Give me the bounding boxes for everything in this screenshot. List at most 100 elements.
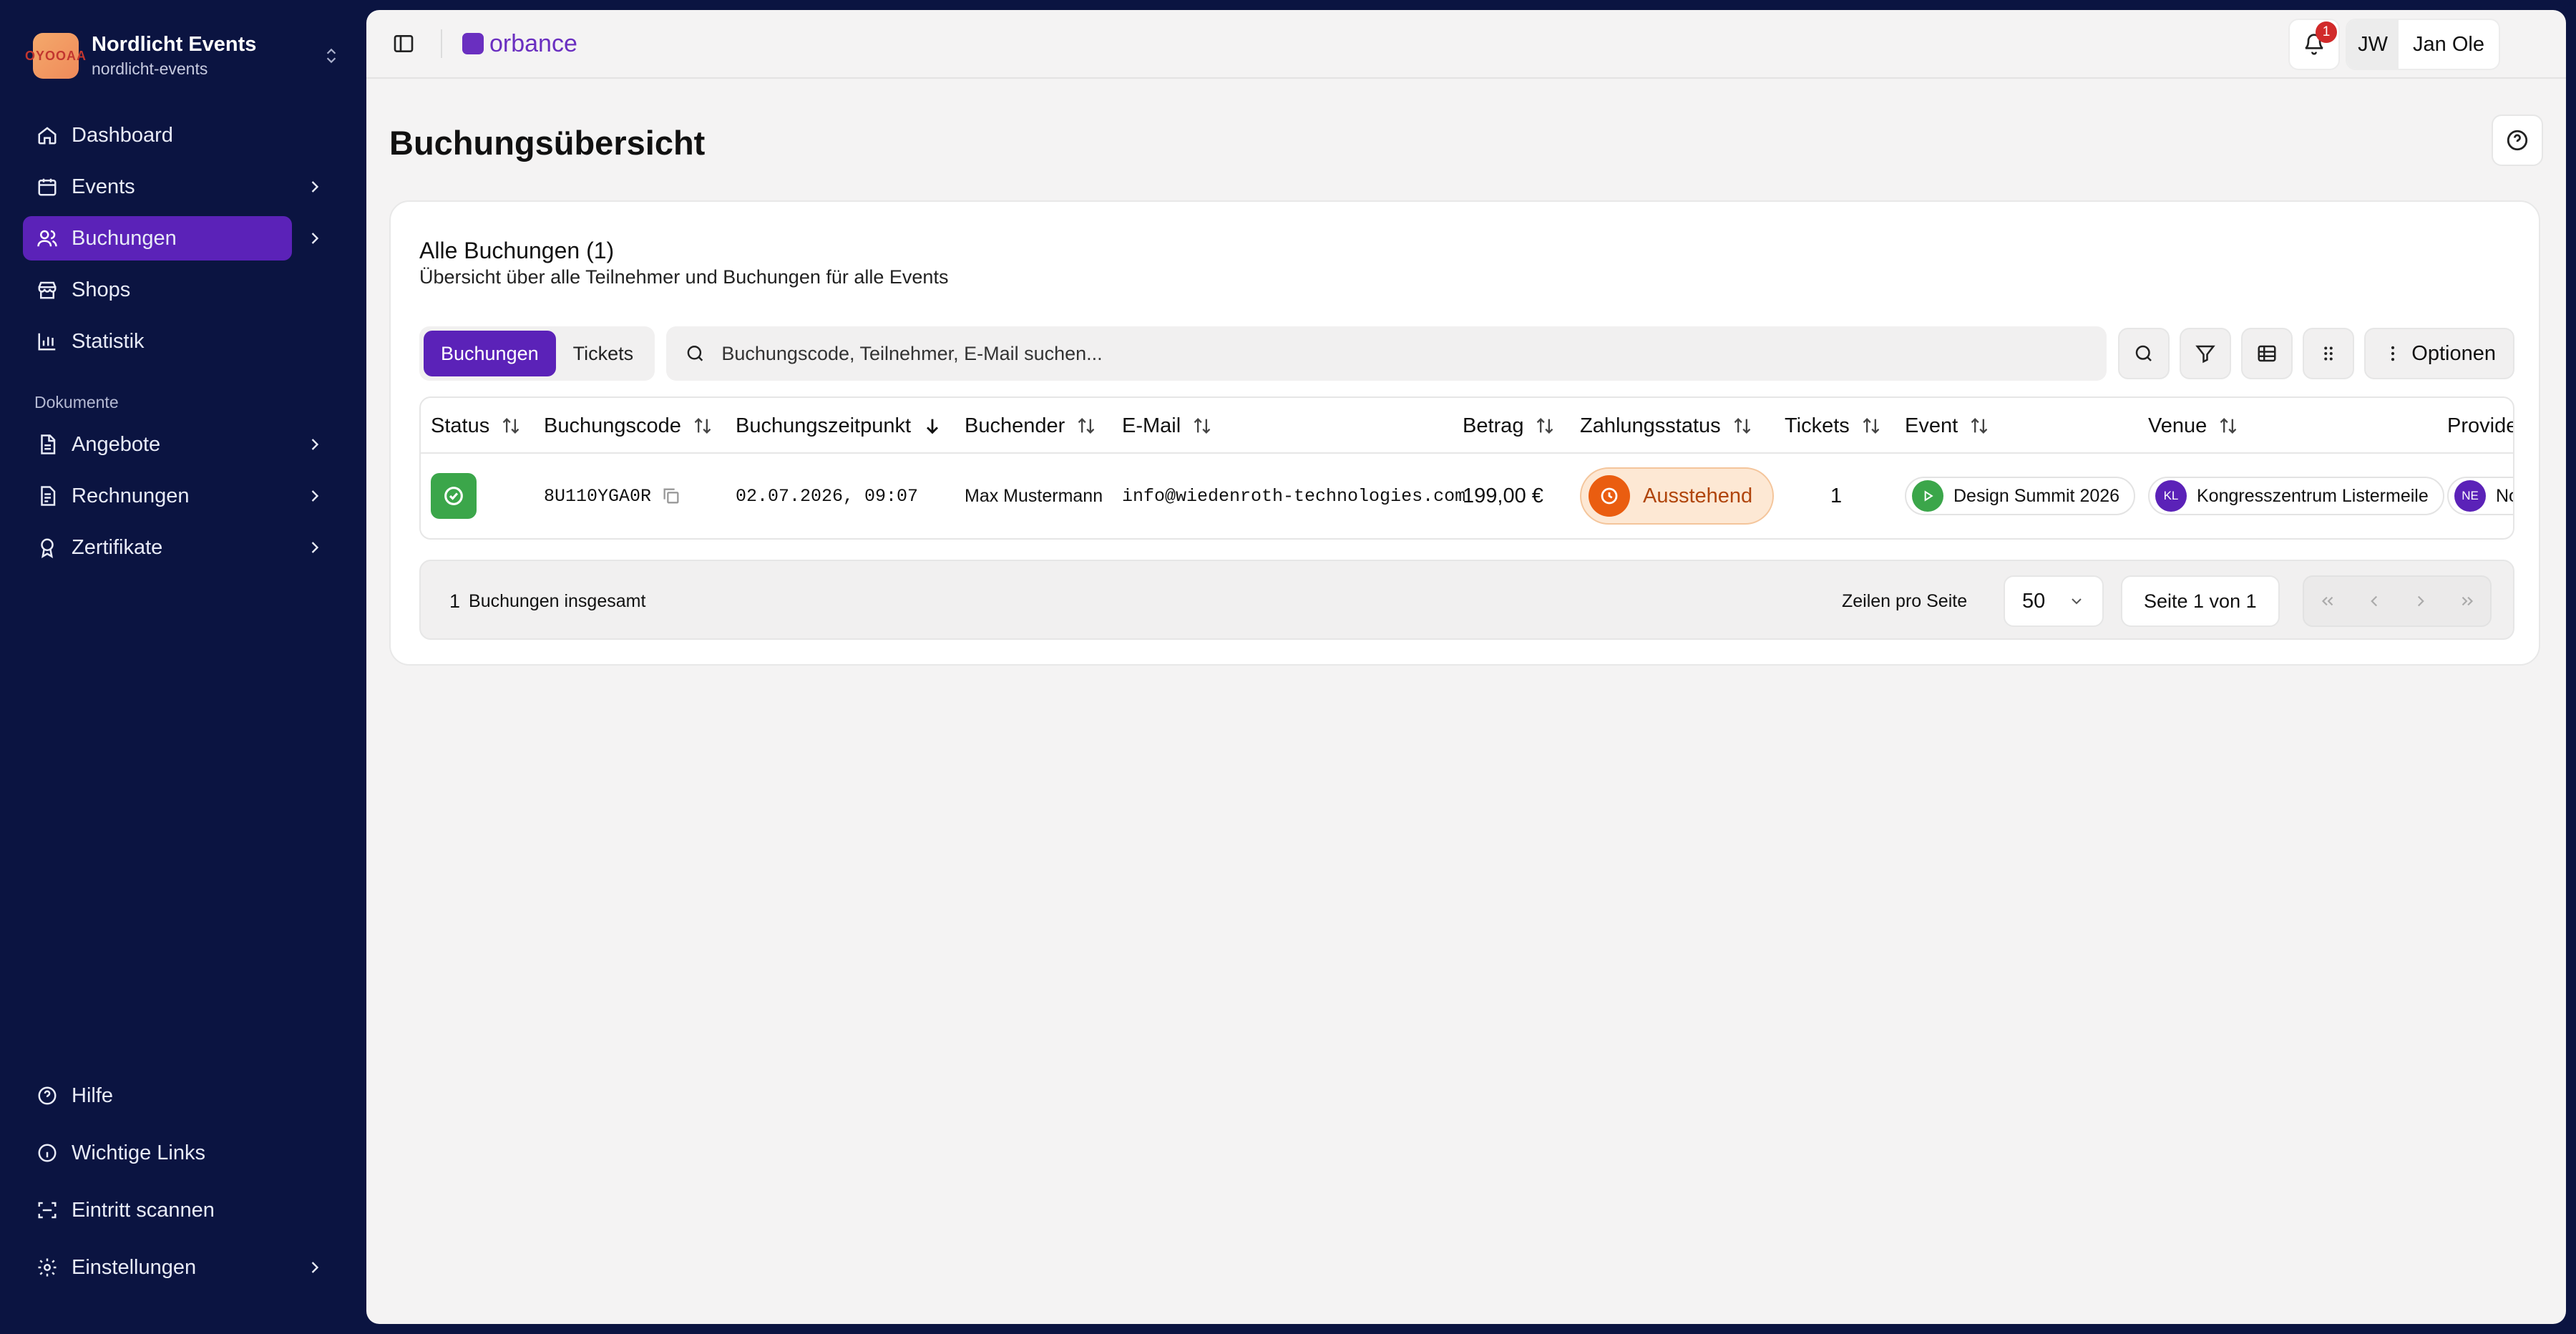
chevron-left-icon: [2370, 595, 2377, 607]
more-vertical-icon: [2391, 346, 2395, 361]
sort-icon: [1078, 418, 1095, 434]
table-header: Status Buchungscode Buchungszeitpunkt Bu…: [421, 398, 2513, 454]
help-circle-icon: [2507, 130, 2528, 151]
nav-item-hilfe[interactable]: Hilfe: [23, 1073, 338, 1118]
chevron-down-icon: [2072, 598, 2082, 605]
help-button[interactable]: [2492, 115, 2543, 166]
store-icon: [36, 278, 59, 301]
sort-icon: [1734, 418, 1750, 434]
table-row[interactable]: 8U110YGA0R 02.07.2026, 09:07 Max Musterm…: [421, 454, 2513, 538]
column-header-betrag[interactable]: Betrag: [1463, 398, 1555, 454]
sort-icon: [1194, 418, 1211, 434]
table-footer: 1 Buchungen insgesamt Zeilen pro Seite 5…: [419, 560, 2514, 640]
column-label: Event: [1905, 414, 1958, 437]
venue-chip[interactable]: KL Kongresszentrum Listermeile: [2148, 477, 2444, 515]
brand-logo[interactable]: orbance: [462, 30, 577, 58]
calendar-icon: [36, 175, 59, 198]
column-header-zahlungsstatus[interactable]: Zahlungsstatus: [1580, 398, 1752, 454]
first-page-button[interactable]: [2313, 587, 2342, 615]
panel-left-icon: [394, 35, 414, 52]
table-icon: [2258, 345, 2276, 362]
sort-icon: [694, 418, 711, 434]
next-page-button[interactable]: [2406, 587, 2435, 615]
prev-page-button[interactable]: [2360, 587, 2389, 615]
document-icon: [36, 433, 59, 456]
rows-per-page-value: 50: [2022, 589, 2046, 613]
play-icon: [1912, 480, 1943, 512]
nav-item-dashboard[interactable]: Dashboard: [23, 113, 338, 157]
last-page-button[interactable]: [2453, 587, 2482, 615]
notifications-button[interactable]: 1: [2288, 19, 2341, 70]
card-title: Alle Buchungen (1): [419, 238, 615, 263]
reorder-button[interactable]: [2303, 328, 2355, 379]
sort-icon: [2220, 418, 2237, 434]
column-label: Buchender: [965, 414, 1065, 437]
column-header-buchungszeitpunkt[interactable]: Buchungszeitpunkt: [736, 398, 942, 454]
bottom-nav: Hilfe Wichtige Links Eintritt scannen Ei…: [23, 1073, 338, 1297]
topbar: orbance 1 JW Jan Ole: [366, 10, 2566, 79]
copy-icon[interactable]: [661, 486, 681, 506]
filter-button[interactable]: [2180, 328, 2232, 379]
options-button[interactable]: Optionen: [2364, 328, 2514, 379]
notification-badge: 1: [2316, 21, 2338, 43]
bookings-table: Status Buchungscode Buchungszeitpunkt Bu…: [419, 396, 2514, 540]
tab-tickets[interactable]: Tickets: [556, 331, 651, 376]
column-label: Buchungszeitpunkt: [736, 414, 912, 437]
column-header-tickets[interactable]: Tickets: [1785, 398, 1881, 454]
nav-item-rechnungen[interactable]: Rechnungen: [23, 474, 338, 518]
nav-item-wichtige-links[interactable]: Wichtige Links: [23, 1131, 338, 1175]
chevron-right-icon: [311, 233, 319, 244]
provider-chip[interactable]: NE No: [2447, 477, 2513, 515]
chevrons-left-icon: [2321, 596, 2333, 606]
column-header-buchungscode[interactable]: Buchungscode: [544, 398, 713, 454]
brand-name: orbance: [489, 29, 577, 57]
nav-item-events[interactable]: Events: [23, 165, 338, 209]
org-switcher[interactable]: OYOOAA Nordlicht Events nordlicht-events: [25, 29, 341, 83]
options-label: Optionen: [2411, 341, 2496, 365]
event-cell: Design Summit 2026: [1905, 454, 2136, 538]
search-input[interactable]: [721, 342, 2089, 365]
tickets-cell: 1: [1830, 484, 1843, 507]
sort-icon: [502, 418, 519, 434]
provider-avatar: NE: [2454, 480, 2486, 512]
tab-buchungen[interactable]: Buchungen: [424, 331, 556, 376]
rows-per-page-select[interactable]: 50: [2004, 575, 2104, 627]
column-label: Betrag: [1463, 414, 1524, 437]
total-count: 1 Buchungen insgesamt: [449, 561, 645, 641]
chevron-right-icon: [311, 490, 319, 502]
nav-item-eintritt-scannen[interactable]: Eintritt scannen: [23, 1188, 338, 1232]
column-header-event[interactable]: Event: [1905, 398, 1989, 454]
column-header-provider[interactable]: Provide: [2447, 398, 2513, 454]
column-header-status[interactable]: Status: [431, 398, 521, 454]
sidebar-toggle-button[interactable]: [389, 29, 418, 58]
column-label: E-Mail: [1122, 414, 1181, 437]
nav-item-angebote[interactable]: Angebote: [23, 422, 338, 467]
nav-item-statistik[interactable]: Statistik: [23, 319, 338, 364]
nav-item-buchungen[interactable]: Buchungen: [23, 216, 292, 261]
arrow-down-icon: [927, 419, 939, 434]
nav-item-zertifikate[interactable]: Zertifikate: [23, 525, 338, 570]
column-header-email[interactable]: E-Mail: [1122, 398, 1212, 454]
search-button[interactable]: [2118, 328, 2170, 379]
user-menu-button[interactable]: JW Jan Ole: [2346, 19, 2500, 70]
users-icon: [36, 227, 59, 250]
main-nav: Dashboard Events Buchungen Shops Statist…: [23, 113, 338, 577]
chevron-right-icon: [311, 439, 319, 450]
nav-item-einstellungen[interactable]: Einstellungen: [23, 1245, 338, 1290]
view-tabs: Buchungen Tickets: [419, 326, 655, 381]
org-logo-text: OYOOAA: [25, 48, 87, 63]
nav-item-label: Hilfe: [72, 1084, 114, 1107]
betrag-cell: 199,00 €: [1463, 484, 1543, 507]
venue-avatar: KL: [2155, 480, 2187, 512]
sort-icon: [1863, 418, 1880, 434]
column-header-buchender[interactable]: Buchender: [965, 398, 1096, 454]
columns-button[interactable]: [2241, 328, 2293, 379]
receipt-icon: [36, 485, 59, 507]
column-header-venue[interactable]: Venue: [2148, 398, 2238, 454]
nav-item-shops[interactable]: Shops: [23, 268, 338, 312]
provider-name: No: [2496, 485, 2513, 506]
sort-icon: [1971, 418, 1988, 434]
chevron-right-icon: [311, 181, 319, 193]
event-chip[interactable]: Design Summit 2026: [1905, 477, 2136, 515]
column-label: Zahlungsstatus: [1580, 414, 1721, 437]
